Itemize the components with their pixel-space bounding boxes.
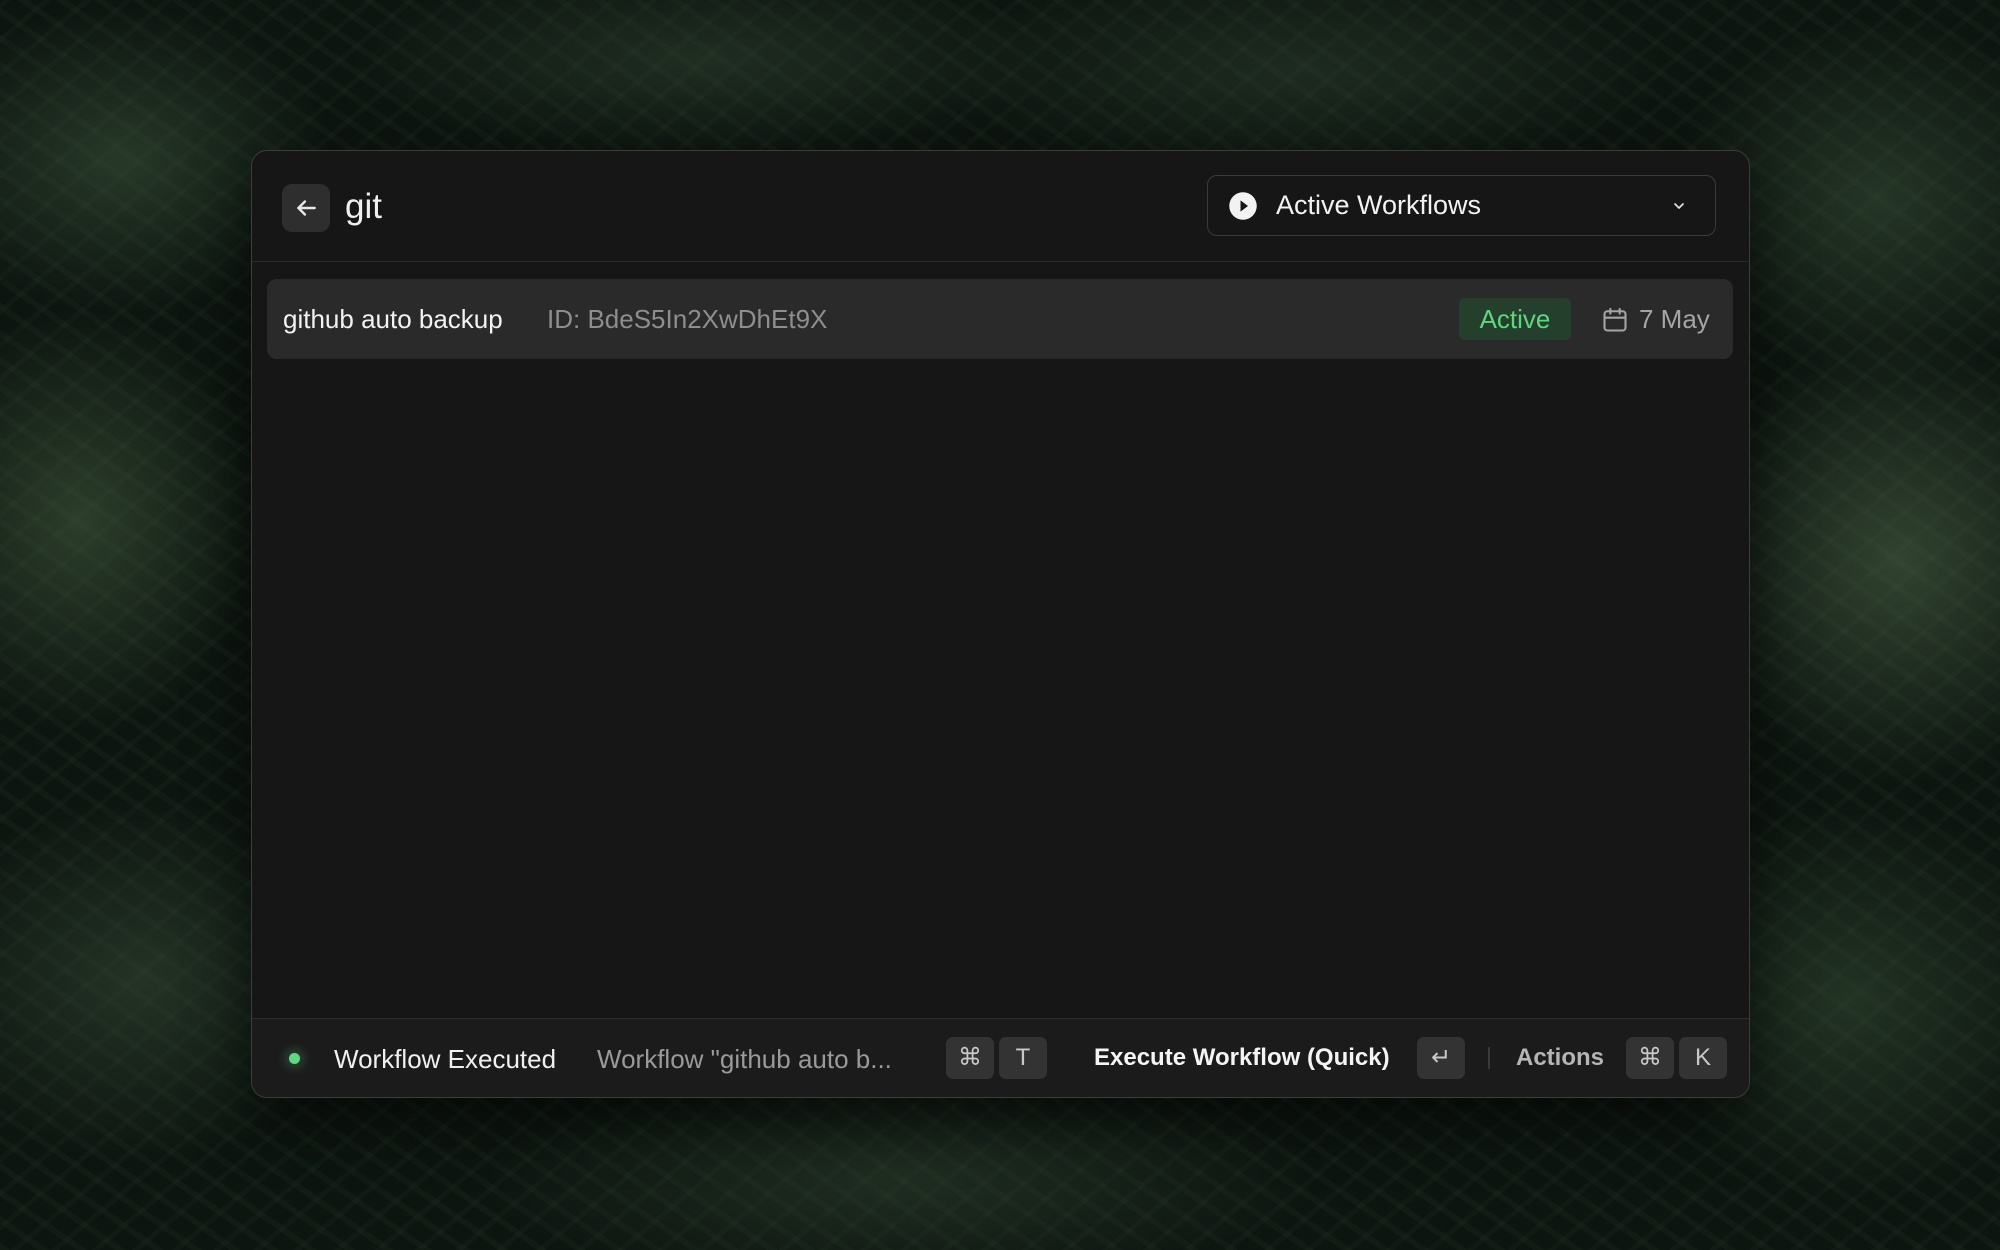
search-input[interactable] xyxy=(345,179,1105,235)
calendar-icon xyxy=(1603,307,1627,332)
workflow-id: ID: BdeS5In2XwDhEt9X xyxy=(547,304,828,334)
chevron-down-icon xyxy=(1674,203,1684,209)
search-bar: Active Workflows xyxy=(252,151,1749,262)
play-circle-icon xyxy=(1229,191,1257,220)
kbd-k-key: K xyxy=(1679,1037,1727,1079)
toast-message: Workflow "github auto b... xyxy=(597,1044,892,1074)
kbd-command-key: ⌘ xyxy=(1626,1037,1674,1079)
list-item[interactable]: github auto backup ID: BdeS5In2XwDhEt9X … xyxy=(267,279,1733,359)
actions-button[interactable]: Actions xyxy=(1516,1044,1604,1072)
execute-workflow-button[interactable]: Execute Workflow (Quick) xyxy=(1094,1044,1390,1072)
kbd-enter-key: ↵ xyxy=(1417,1037,1465,1079)
date-accessory: 7 May xyxy=(1601,304,1710,335)
toast-title: Workflow Executed xyxy=(334,1044,557,1074)
status-dot-icon xyxy=(289,1053,300,1064)
filter-label: Active Workflows xyxy=(1276,190,1482,220)
back-button[interactable] xyxy=(282,184,330,232)
kbd-t-key: T xyxy=(999,1037,1047,1079)
divider xyxy=(1488,1047,1490,1069)
workflow-date: 7 May xyxy=(1639,304,1710,334)
action-bar: Workflow Executed Workflow "github auto … xyxy=(252,1018,1749,1097)
arrow-left-icon xyxy=(297,200,316,216)
workflow-name: github auto backup xyxy=(283,304,503,334)
command-palette-window: Active Workflows github auto backup ID: … xyxy=(251,150,1750,1098)
kbd-command-key: ⌘ xyxy=(946,1037,994,1079)
workflow-filter-dropdown[interactable]: Active Workflows xyxy=(1207,175,1716,236)
status-badge: Active xyxy=(1459,298,1571,340)
